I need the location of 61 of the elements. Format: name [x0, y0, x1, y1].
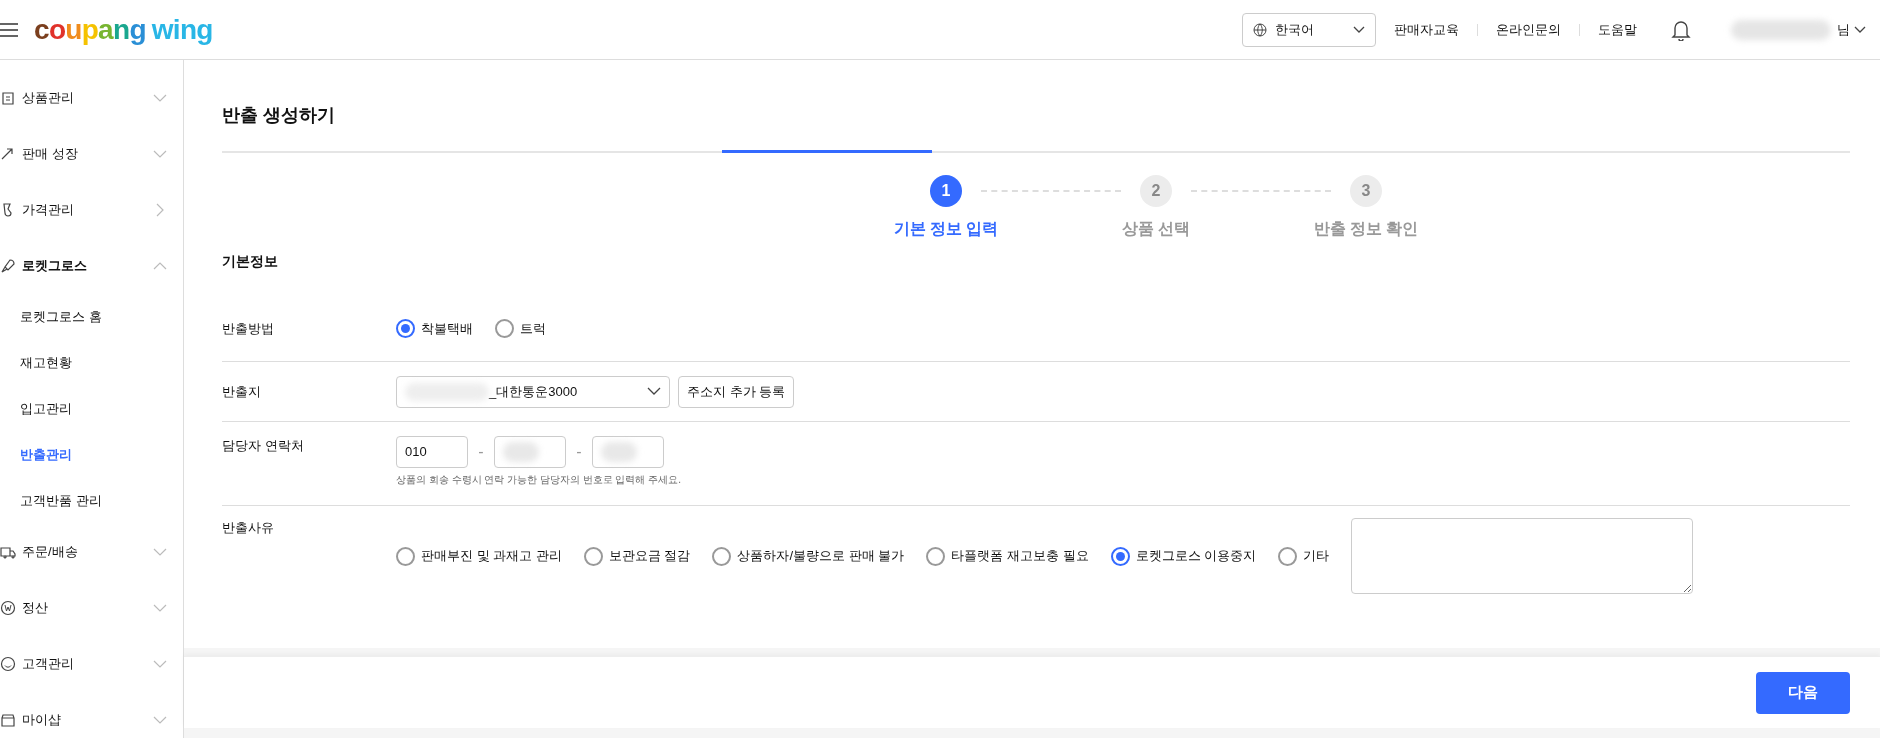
step-label: 기본 정보 입력 [893, 219, 999, 239]
step-label: 상품 선택 [1121, 219, 1191, 239]
logo[interactable]: coupang wing [34, 8, 213, 51]
box-icon [0, 90, 16, 106]
sidebar-item[interactable]: 마이샵 [22, 710, 153, 730]
address-select[interactable]: _대한통운3000 [396, 375, 670, 408]
sidebar-subitem[interactable]: 입고관리 [20, 399, 72, 419]
sidebar-item[interactable]: 주문/배송 [22, 542, 153, 562]
header-link[interactable]: 온라인문의 [1478, 19, 1579, 40]
phone-input[interactable] [592, 436, 664, 468]
truck-icon [0, 544, 16, 560]
sidebar-subitem[interactable]: 반출관리 [20, 445, 72, 465]
radio-option[interactable]: 트럭 [495, 318, 546, 339]
chevron-down-icon [647, 387, 661, 396]
phone-input[interactable] [494, 436, 566, 468]
hint-text: 상품의 회송 수령시 연락 가능한 담당자의 번호로 입력해 주세요. [396, 473, 682, 487]
header-link[interactable]: 판매자교육 [1376, 19, 1477, 40]
field-label: 반출지 [222, 382, 262, 401]
menu-icon[interactable] [0, 22, 18, 37]
sidebar-item[interactable]: 로켓그로스 [22, 256, 153, 276]
step-label: 반출 정보 확인 [1313, 219, 1419, 239]
user-name[interactable]: 님 [1837, 19, 1850, 40]
field-label: 반출사유 [222, 519, 275, 537]
radio-option[interactable]: 보관요금 절감 [583, 546, 691, 566]
language-select[interactable]: 한국어 [1242, 12, 1376, 47]
sidebar-subitem[interactable]: 로켓그로스 홈 [20, 307, 102, 327]
radio-option[interactable]: 로켓그로스 이용중지 [1110, 546, 1257, 566]
step-number: 2 [1140, 175, 1172, 207]
trend-arrow-icon [0, 146, 16, 162]
sidebar-item[interactable]: 상품관리 [22, 88, 153, 108]
step-number: 1 [930, 175, 962, 207]
sidebar-item[interactable]: 가격관리 [22, 200, 153, 220]
globe-icon [1253, 22, 1267, 37]
radio-option[interactable]: 착불택배 [396, 318, 473, 339]
sidebar-subitem[interactable]: 고객반품 관리 [20, 491, 102, 511]
step-number: 3 [1350, 175, 1382, 207]
add-address-button[interactable]: 주소지 추가 등록 [678, 375, 795, 408]
reason-textarea[interactable] [1351, 518, 1694, 594]
radio-option[interactable]: 기타 [1278, 546, 1330, 566]
header-link[interactable]: 도움말 [1580, 19, 1655, 40]
chevron-down-icon [1353, 25, 1365, 34]
sidebar-item[interactable]: 정산 [22, 598, 153, 618]
radio-option[interactable]: 판매부진 및 과재고 관리 [396, 546, 562, 566]
field-label: 반출방법 [222, 319, 275, 338]
shop-icon [0, 712, 16, 728]
smile-icon [0, 656, 16, 672]
section-title: 기본정보 [222, 252, 279, 271]
page-title: 반출 생성하기 [222, 104, 336, 127]
sidebar-item[interactable]: 고객관리 [22, 654, 153, 674]
coin-icon [0, 600, 16, 616]
chevron-down-icon[interactable] [1854, 25, 1866, 34]
bell-icon[interactable] [1671, 18, 1691, 41]
next-button[interactable]: 다음 [1756, 671, 1850, 714]
sidebar-subitem[interactable]: 재고현황 [20, 353, 72, 373]
sidebar-item[interactable]: 판매 성장 [22, 144, 153, 164]
phone-input[interactable]: 010 [396, 436, 468, 468]
radio-option[interactable]: 타플랫폼 재고보충 필요 [926, 546, 1089, 566]
field-label: 담당자 연락처 [222, 437, 305, 455]
radio-option[interactable]: 상품하자/불량으로 판매 불가 [712, 546, 905, 566]
dash-separator: - [477, 442, 485, 462]
dash-separator: - [575, 442, 583, 462]
